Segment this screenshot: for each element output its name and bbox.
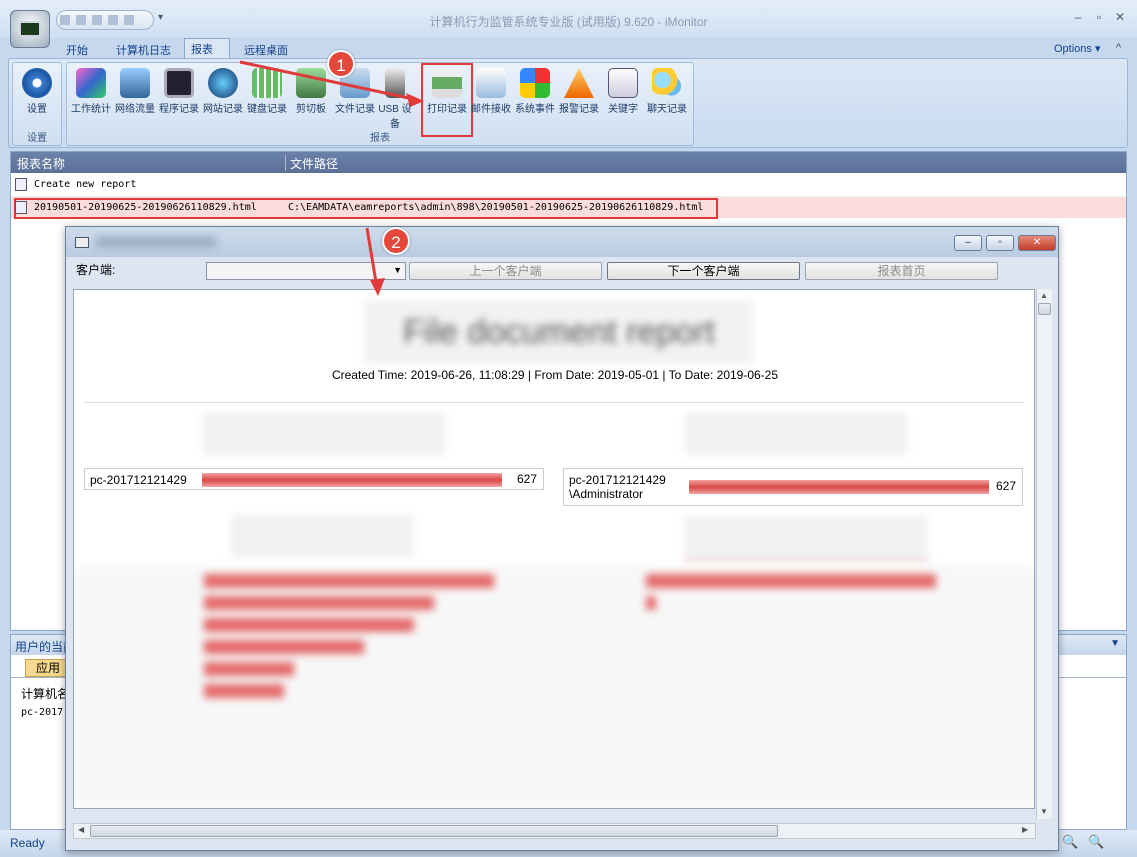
step-2-badge: 2 [382,227,410,255]
arrowhead-step-2 [370,278,385,296]
step-1-badge: 1 [327,50,355,78]
arrowhead-step-1 [406,93,424,107]
arrow-step-2 [365,227,379,289]
annotation-overlay [239,60,424,296]
